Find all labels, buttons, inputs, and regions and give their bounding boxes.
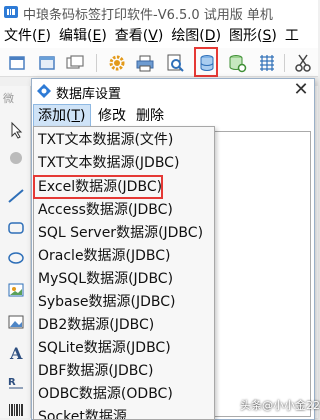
menu-item-sqlserver[interactable]: SQL Server数据源(JDBC): [34, 222, 214, 244]
window-icon[interactable]: [36, 52, 58, 74]
cut-icon[interactable]: [292, 52, 314, 74]
app-titlebar: 中琅条码标签打印软件-V6.5.0 试用版 单机: [0, 0, 318, 24]
print-icon[interactable]: [134, 52, 156, 74]
palette-label: 微: [3, 92, 14, 105]
excel-item-highlight: [33, 175, 163, 199]
menu-item-dbf[interactable]: DBF数据源(JDBC): [34, 360, 214, 382]
menu-add[interactable]: 添加(T): [33, 104, 91, 128]
menu-view[interactable]: 查看(V): [111, 24, 168, 48]
ellipse-icon[interactable]: [6, 248, 26, 268]
database-settings-icon: [37, 84, 51, 98]
tool-palette: 微 A R: [0, 86, 31, 418]
database-settings-icon[interactable]: [226, 52, 248, 74]
close-icon[interactable]: ✕: [292, 81, 310, 99]
menu-item-txt-file[interactable]: TXT文本数据源(文件): [34, 129, 214, 151]
richtext-icon[interactable]: R: [6, 372, 26, 392]
app-logo-icon: [4, 6, 18, 18]
menu-item-access[interactable]: Access数据源(JDBC): [34, 199, 214, 221]
picture-icon[interactable]: [6, 312, 26, 332]
menu-edit[interactable]: 编辑(E): [55, 24, 111, 48]
menu-file[interactable]: 文件(F): [0, 24, 55, 48]
menu-shape[interactable]: 图形(S): [225, 24, 281, 48]
menu-delete[interactable]: 删除: [132, 104, 168, 128]
app-title: 中琅条码标签打印软件-V6.5.0 试用版 单机: [23, 8, 273, 23]
pointer-icon[interactable]: [6, 120, 26, 140]
image-icon[interactable]: [6, 280, 26, 300]
settings-icon[interactable]: [106, 52, 128, 74]
dialog-titlebar: 数据库设置 ✕: [32, 79, 314, 103]
menu-item-db2[interactable]: DB2数据源(JDBC): [34, 314, 214, 336]
rectangle-icon[interactable]: [6, 218, 26, 238]
pan-icon[interactable]: [6, 148, 26, 168]
menu-item-sqlite[interactable]: SQLite数据源(JDBC): [34, 337, 214, 359]
menu-item-odbc[interactable]: ODBC数据源(ODBC): [34, 383, 214, 405]
menu-modify[interactable]: 修改: [94, 104, 130, 128]
menu-item-txt-jdbc[interactable]: TXT文本数据源(JDBC): [34, 152, 214, 174]
menu-item-mysql[interactable]: MySQL数据源(JDBC): [34, 268, 214, 290]
main-menubar: 文件(F) 编辑(E) 查看(V) 绘图(D) 图形(S) 工: [0, 24, 318, 48]
add-datasource-menu: TXT文本数据源(文件) TXT文本数据源(JDBC) Excel数据源(JDB…: [33, 126, 215, 420]
dialog-menubar: 添加(T) 修改 删除: [32, 104, 314, 128]
line-icon[interactable]: [6, 186, 26, 206]
main-toolbar: [0, 48, 318, 77]
database-icon-highlight: [194, 47, 218, 77]
svg-text:R: R: [8, 377, 16, 388]
grid-icon[interactable]: [256, 52, 278, 74]
watermark: 头条@小小金225: [240, 399, 320, 412]
print-preview-icon[interactable]: [164, 52, 186, 74]
menu-draw[interactable]: 绘图(D): [167, 24, 225, 48]
svg-text:A: A: [9, 344, 23, 362]
text-icon[interactable]: A: [6, 342, 26, 362]
window-icon[interactable]: [64, 52, 86, 74]
menu-item-oracle[interactable]: Oracle数据源(JDBC): [34, 245, 214, 267]
menu-item-sybase[interactable]: Sybase数据源(JDBC): [34, 291, 214, 313]
new-icon[interactable]: [6, 52, 28, 74]
menu-tools[interactable]: 工: [281, 24, 303, 48]
dialog-title: 数据库设置: [56, 87, 122, 102]
barcode-icon[interactable]: [6, 400, 26, 420]
